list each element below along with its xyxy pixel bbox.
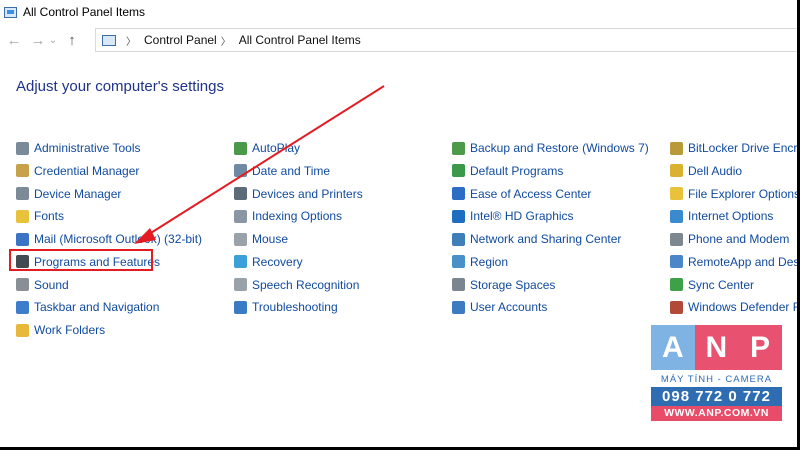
logo-phone: 098 772 0 772: [651, 387, 782, 406]
logo-letter-a: A: [651, 325, 695, 370]
anp-logo: A N P MÁY TÍNH - CAMERA 098 772 0 772 WW…: [651, 325, 782, 431]
control-panel-window: All Control Panel Items ← → ⌄ ↑ 〉 Contro…: [0, 0, 797, 447]
logo-letter-p: P: [738, 325, 782, 370]
logo-letter-n: N: [694, 325, 739, 370]
logo-tagline: MÁY TÍNH - CAMERA: [651, 374, 782, 385]
logo-website: WWW.ANP.COM.VN: [651, 406, 782, 421]
